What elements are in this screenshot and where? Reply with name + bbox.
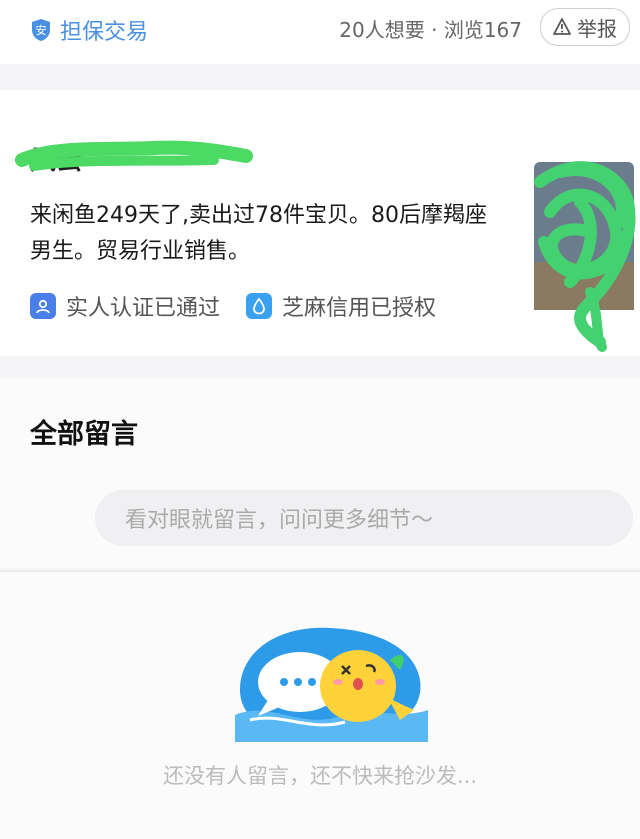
top-info-bar: 安 担保交易 20人想要 · 浏览167 举报 bbox=[0, 0, 640, 64]
report-button[interactable]: 举报 bbox=[540, 8, 630, 46]
avatar-redacted-image bbox=[534, 161, 636, 352]
escrow-link[interactable]: 安 担保交易 bbox=[30, 14, 148, 46]
sesame-credit-icon bbox=[246, 293, 273, 319]
empty-comments-state: 还没有人留言，还不快来抢沙发... bbox=[0, 572, 640, 839]
badge-real-name[interactable]: 实人认证已通过 bbox=[30, 290, 220, 322]
seller-name-area: 风云 bbox=[15, 138, 253, 178]
comments-section: 全部留言 看对眼就留言，问问更多细节～ bbox=[0, 378, 640, 568]
seller-bio: 来闲鱼249天了,卖出过78件宝贝。80后摩羯座男生。贸易行业销售。 bbox=[30, 203, 487, 264]
comments-title: 全部留言 bbox=[30, 419, 138, 450]
warning-icon bbox=[553, 18, 571, 35]
empty-comments-text: 还没有人留言，还不快来抢沙发... bbox=[162, 764, 478, 788]
svg-text:安: 安 bbox=[36, 23, 47, 37]
view-stats: 20人想要 · 浏览167 bbox=[339, 18, 522, 42]
item-detail-page: 安 担保交易 20人想要 · 浏览167 举报 风云 来闲鱼249天了,卖出过7… bbox=[0, 0, 640, 839]
escrow-label: 担保交易 bbox=[60, 20, 149, 45]
seller-badges: 实人认证已通过 芝麻信用已授权 bbox=[30, 290, 436, 322]
report-label: 举报 bbox=[577, 16, 617, 41]
comment-input-placeholder: 看对眼就留言，问问更多细节～ bbox=[125, 508, 434, 533]
badge-sesame-credit-label: 芝麻信用已授权 bbox=[282, 296, 437, 321]
badge-real-name-label: 实人认证已通过 bbox=[66, 296, 221, 321]
seller-avatar[interactable] bbox=[520, 142, 640, 354]
seller-card[interactable]: 风云 来闲鱼249天了,卖出过78件宝贝。80后摩羯座男生。贸易行业销售。 实人… bbox=[0, 90, 640, 356]
badge-sesame-credit[interactable]: 芝麻信用已授权 bbox=[246, 290, 436, 322]
fish-mascot-illustration bbox=[235, 627, 428, 742]
redaction-scribble bbox=[15, 140, 253, 171]
comment-input[interactable]: 看对眼就留言，问问更多细节～ bbox=[95, 490, 633, 546]
person-verify-icon bbox=[30, 293, 56, 319]
shield-icon: 安 bbox=[32, 19, 50, 41]
